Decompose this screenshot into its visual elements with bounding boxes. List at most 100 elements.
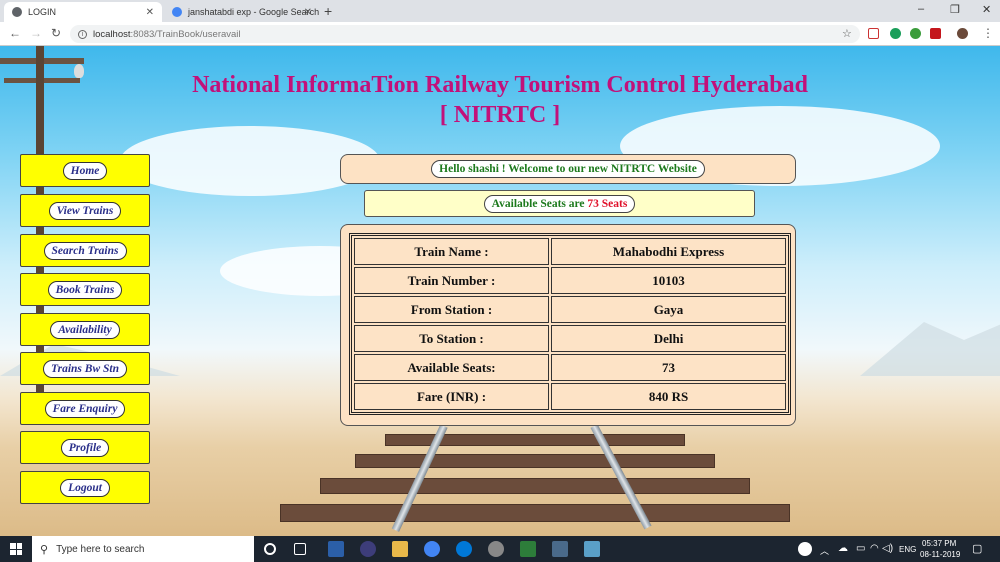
back-arrow-icon[interactable]: ← xyxy=(9,26,21,40)
tray-chevron-icon[interactable]: ︿ xyxy=(820,544,829,557)
railway-track xyxy=(260,424,820,536)
clock-time[interactable]: 05:37 PM xyxy=(922,539,956,548)
url-path: :8083/TrainBook/useravail xyxy=(130,28,241,40)
row-label: To Station : xyxy=(354,325,549,352)
cortana-icon[interactable] xyxy=(264,543,276,555)
info-icon[interactable]: i xyxy=(78,29,87,39)
site-title-line2: [ NITRTC ] xyxy=(439,102,561,128)
minimize-button[interactable]: – xyxy=(918,3,924,15)
track-sleeper xyxy=(280,504,790,522)
wifi-icon[interactable]: ◠ xyxy=(870,543,879,554)
edge-icon[interactable] xyxy=(456,541,472,557)
row-label: From Station : xyxy=(354,296,549,323)
new-tab-button[interactable]: + xyxy=(324,3,332,19)
language-indicator[interactable]: ENG xyxy=(899,545,916,554)
menu-profile-button[interactable]: Profile xyxy=(20,431,150,464)
app-icon[interactable] xyxy=(328,541,344,557)
table-row: From Station : Gaya xyxy=(354,296,786,323)
windows-start-icon[interactable] xyxy=(10,543,22,555)
menu-availability-button[interactable]: Availability xyxy=(20,313,150,346)
menu-home-button[interactable]: Home xyxy=(20,154,150,187)
menu-label: Fare Enquiry xyxy=(44,399,126,418)
welcome-text: Hello shashi ! Welcome to our new NITRTC… xyxy=(431,160,705,178)
app-icon[interactable] xyxy=(552,541,568,557)
settings-gear-icon[interactable] xyxy=(488,541,504,557)
availability-pill: Available Seats are 73 Seats xyxy=(483,194,636,213)
address-bar[interactable]: i localhost:8083/TrainBook/useravail xyxy=(70,25,860,43)
table-row: To Station : Delhi xyxy=(354,325,786,352)
table-row: Fare (INR) :840 RS xyxy=(354,383,786,410)
bookmark-star-icon[interactable]: ☆ xyxy=(842,27,852,40)
forward-arrow-icon[interactable]: → xyxy=(30,26,42,40)
tab-login[interactable]: LOGIN ✕ xyxy=(4,2,162,22)
extension-icon[interactable] xyxy=(910,28,921,39)
train-details-table: Train Name : Mahabodhi Express Train Numb… xyxy=(349,233,791,415)
search-icon: ⚲ xyxy=(40,543,49,556)
notification-icon[interactable]: ▢ xyxy=(972,542,982,555)
welcome-banner: Hello shashi ! Welcome to our new NITRTC… xyxy=(340,154,796,184)
menu-book-trains-button[interactable]: Book Trains xyxy=(20,273,150,306)
menu-search-trains-button[interactable]: Search Trains xyxy=(20,234,150,267)
row-label: Available Seats: xyxy=(354,354,549,381)
menu-kebab-icon[interactable]: ⋮ xyxy=(982,26,994,40)
row-label: Train Number : xyxy=(354,267,549,294)
row-value: 10103 xyxy=(551,267,786,294)
close-window-button[interactable]: ✕ xyxy=(982,3,991,16)
row-value: Gaya xyxy=(551,296,786,323)
menu-label: Search Trains xyxy=(43,241,127,260)
reload-icon[interactable]: ↻ xyxy=(51,26,61,40)
row-value: Delhi xyxy=(551,325,786,352)
tab-title: janshatabdi exp - Google Search xyxy=(188,7,320,17)
table-row: Train Name : Mahabodhi Express xyxy=(354,238,786,265)
file-explorer-icon[interactable] xyxy=(392,541,408,557)
tab-google-search[interactable]: janshatabdi exp - Google Search ✕ xyxy=(164,2,320,22)
menu-label: Trains Bw Stn xyxy=(43,359,127,378)
close-tab-icon[interactable]: ✕ xyxy=(304,7,312,18)
menu-label: Book Trains xyxy=(47,280,123,299)
menu-trains-between-stations-button[interactable]: Trains Bw Stn xyxy=(20,352,150,385)
chrome-icon[interactable] xyxy=(424,541,440,557)
eclipse-icon[interactable] xyxy=(360,541,376,557)
extension-icon[interactable] xyxy=(868,28,879,39)
availability-banner: Available Seats are 73 Seats xyxy=(364,190,755,217)
app-icon[interactable] xyxy=(584,541,600,557)
google-icon xyxy=(172,7,182,17)
extension-icon[interactable] xyxy=(930,28,941,39)
row-label: Fare (INR) : xyxy=(354,383,549,410)
menu-label: Profile xyxy=(60,438,110,457)
battery-icon[interactable]: ▭ xyxy=(856,543,865,554)
globe-icon xyxy=(12,7,22,17)
extension-icon[interactable] xyxy=(890,28,901,39)
track-sleeper xyxy=(355,454,715,468)
site-title: National InformaTion Railway Tourism Con… xyxy=(0,70,1000,130)
profile-avatar[interactable] xyxy=(957,28,968,39)
clock-date[interactable]: 08-11-2019 xyxy=(920,550,960,559)
windows-taskbar: ⚲ Type here to search ︿ ☁ ▭ ◠ ◁) ENG 05:… xyxy=(0,536,1000,562)
app-icon[interactable] xyxy=(520,541,536,557)
url-host: localhost xyxy=(93,28,131,40)
track-sleeper xyxy=(320,478,750,494)
menu-label: Logout xyxy=(60,478,110,497)
close-tab-icon[interactable]: ✕ xyxy=(146,7,154,18)
taskbar-search[interactable]: ⚲ Type here to search xyxy=(32,536,254,562)
browser-toolbar: ← → ↻ i localhost:8083/TrainBook/userava… xyxy=(0,22,1000,46)
menu-view-trains-button[interactable]: View Trains xyxy=(20,194,150,227)
task-view-icon[interactable] xyxy=(294,543,306,555)
tab-title: LOGIN xyxy=(28,7,57,17)
volume-icon[interactable]: ◁) xyxy=(882,543,893,554)
row-value: Mahabodhi Express xyxy=(551,238,786,265)
onedrive-icon[interactable]: ☁ xyxy=(838,543,848,554)
train-details-card: Train Name : Mahabodhi Express Train Numb… xyxy=(340,224,796,426)
available-seats-count: 73 Seats xyxy=(587,197,628,210)
site-title-line1: National InformaTion Railway Tourism Con… xyxy=(192,72,808,98)
menu-fare-enquiry-button[interactable]: Fare Enquiry xyxy=(20,392,150,425)
maximize-button[interactable]: ❐ xyxy=(950,3,960,16)
row-value: 840 RS xyxy=(551,383,786,410)
page-background: National InformaTion Railway Tourism Con… xyxy=(0,46,1000,536)
row-label: Train Name : xyxy=(354,238,549,265)
help-icon[interactable] xyxy=(798,542,812,556)
menu-logout-button[interactable]: Logout xyxy=(20,471,150,504)
mountain xyxy=(860,316,1000,376)
menu-label: Availability xyxy=(50,320,120,339)
taskbar-search-placeholder: Type here to search xyxy=(56,543,145,555)
